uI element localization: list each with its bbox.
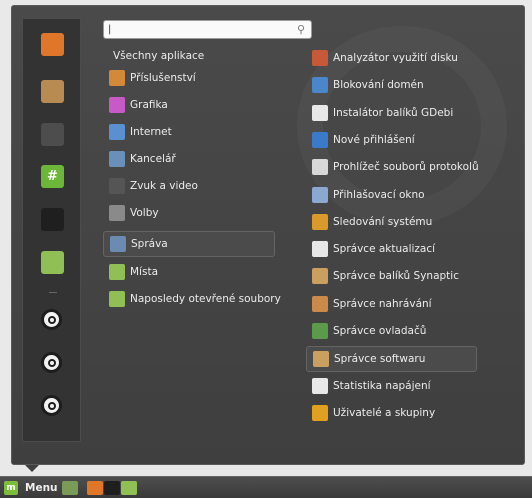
domain-blocker-icon [312, 77, 328, 94]
recent-files-icon [109, 291, 125, 307]
application-label: Správce nahrávání [333, 297, 432, 310]
category-label: Příslušenství [130, 72, 196, 84]
terminal-launcher-icon[interactable] [104, 481, 120, 495]
menu-button-label: Menu [25, 482, 58, 494]
application-item[interactable]: Statistika napájení [306, 374, 477, 400]
application-label: Statistika napájení [333, 379, 431, 392]
search-input[interactable] [108, 22, 288, 37]
category-item[interactable]: Zvuk a video [103, 174, 275, 200]
system-monitor-icon [312, 213, 328, 230]
lock-screen-button[interactable] [41, 309, 62, 330]
files-launcher-icon[interactable] [121, 481, 137, 495]
users-groups-icon [312, 404, 328, 421]
upload-manager-icon [312, 295, 328, 312]
application-item[interactable]: Přihlašovací okno [306, 183, 477, 209]
graphics-icon [109, 97, 125, 113]
application-label: Sledování systému [333, 215, 433, 228]
category-label: Zvuk a video [130, 180, 198, 192]
gdebi-icon [312, 104, 328, 121]
category-label: Kancelář [130, 153, 176, 165]
category-item[interactable]: Správa [103, 231, 275, 257]
all-applications-category[interactable]: Všechny aplikace [113, 50, 204, 62]
category-item[interactable]: Volby [103, 201, 275, 227]
administration-icon [110, 236, 126, 252]
shutdown-button[interactable] [41, 395, 62, 416]
category-label: Správa [131, 238, 168, 250]
category-item[interactable]: Internet [103, 120, 275, 146]
application-label: Správce softwaru [334, 353, 426, 366]
category-item[interactable]: Grafika [103, 93, 275, 119]
synaptic-icon [312, 268, 328, 285]
application-label: Blokování domén [333, 79, 424, 92]
update-manager-icon [312, 241, 328, 258]
favorites-sidebar: # [22, 18, 81, 442]
application-label: Správce balíků Synaptic [333, 270, 459, 283]
search-icon: ⚲ [296, 23, 305, 36]
application-item[interactable]: Instalátor balíků GDebi [306, 101, 477, 127]
login-window-icon [312, 186, 328, 203]
bottom-panel: m Menu [0, 476, 532, 498]
category-item[interactable]: Místa [103, 260, 275, 286]
application-item[interactable]: Blokování domén [306, 73, 477, 99]
category-label: Volby [130, 207, 159, 219]
mint-logo-icon: m [4, 481, 18, 495]
application-label: Správce ovladačů [333, 325, 427, 337]
category-item[interactable]: Příslušenství [103, 66, 275, 92]
application-item[interactable]: Nové přihlášení [306, 128, 477, 154]
application-label: Prohlížeč souborů protokolů [333, 161, 479, 174]
favorites-separator [49, 292, 57, 293]
application-item[interactable]: Správce balíků Synaptic [306, 264, 477, 290]
internet-icon [109, 124, 125, 140]
preferences-icon [109, 205, 125, 221]
disk-usage-icon [312, 50, 328, 66]
category-label: Naposledy otevřené soubory [130, 293, 281, 305]
fav-terminal[interactable] [41, 208, 64, 231]
fav-hash-terminal[interactable]: # [41, 165, 64, 188]
fav-firefox[interactable] [41, 33, 64, 56]
application-item[interactable]: Analyzátor využití disku [306, 46, 477, 72]
application-label: Správce aktualizací [333, 243, 436, 256]
fav-system-settings[interactable] [41, 123, 64, 146]
application-label: Nové přihlášení [333, 133, 415, 146]
driver-manager-icon [312, 323, 328, 339]
show-desktop-icon[interactable] [62, 481, 78, 495]
category-item[interactable]: Naposledy otevřené soubory [103, 287, 281, 313]
log-viewer-icon [312, 159, 328, 176]
application-label: Analyzátor využití disku [333, 52, 458, 64]
application-item[interactable]: Uživatelé a skupiny [306, 401, 477, 427]
fav-home-folder[interactable] [41, 251, 64, 274]
application-item[interactable]: Správce nahrávání [306, 292, 477, 318]
application-label: Přihlašovací okno [333, 188, 425, 201]
application-label: Uživatelé a skupiny [333, 406, 436, 419]
application-item[interactable]: Sledování systému [306, 210, 477, 236]
category-label: Internet [130, 126, 172, 138]
application-item[interactable]: Správce ovladačů [306, 319, 477, 345]
application-item[interactable]: Správce softwaru [306, 346, 477, 373]
category-item[interactable]: Kancelář [103, 147, 275, 173]
logout-button[interactable] [41, 352, 62, 373]
category-label: Grafika [130, 99, 168, 111]
accessories-icon [109, 70, 125, 86]
application-label: Instalátor balíků GDebi [333, 106, 454, 119]
software-manager-icon [313, 351, 329, 368]
fav-package[interactable] [41, 80, 64, 103]
category-label: Místa [130, 266, 158, 278]
power-statistics-icon [312, 377, 328, 394]
menu-button[interactable]: m Menu [4, 480, 58, 496]
sound-video-icon [109, 178, 125, 194]
application-item[interactable]: Správce aktualizací [306, 237, 477, 263]
office-icon [109, 151, 125, 167]
new-login-icon [312, 131, 328, 148]
search-box[interactable]: ⚲ [103, 20, 312, 39]
firefox-launcher-icon[interactable] [87, 481, 103, 495]
places-folder-icon [109, 264, 125, 280]
menu-pointer-arrow [25, 465, 39, 472]
application-item[interactable]: Prohlížeč souborů protokolů [306, 155, 479, 181]
